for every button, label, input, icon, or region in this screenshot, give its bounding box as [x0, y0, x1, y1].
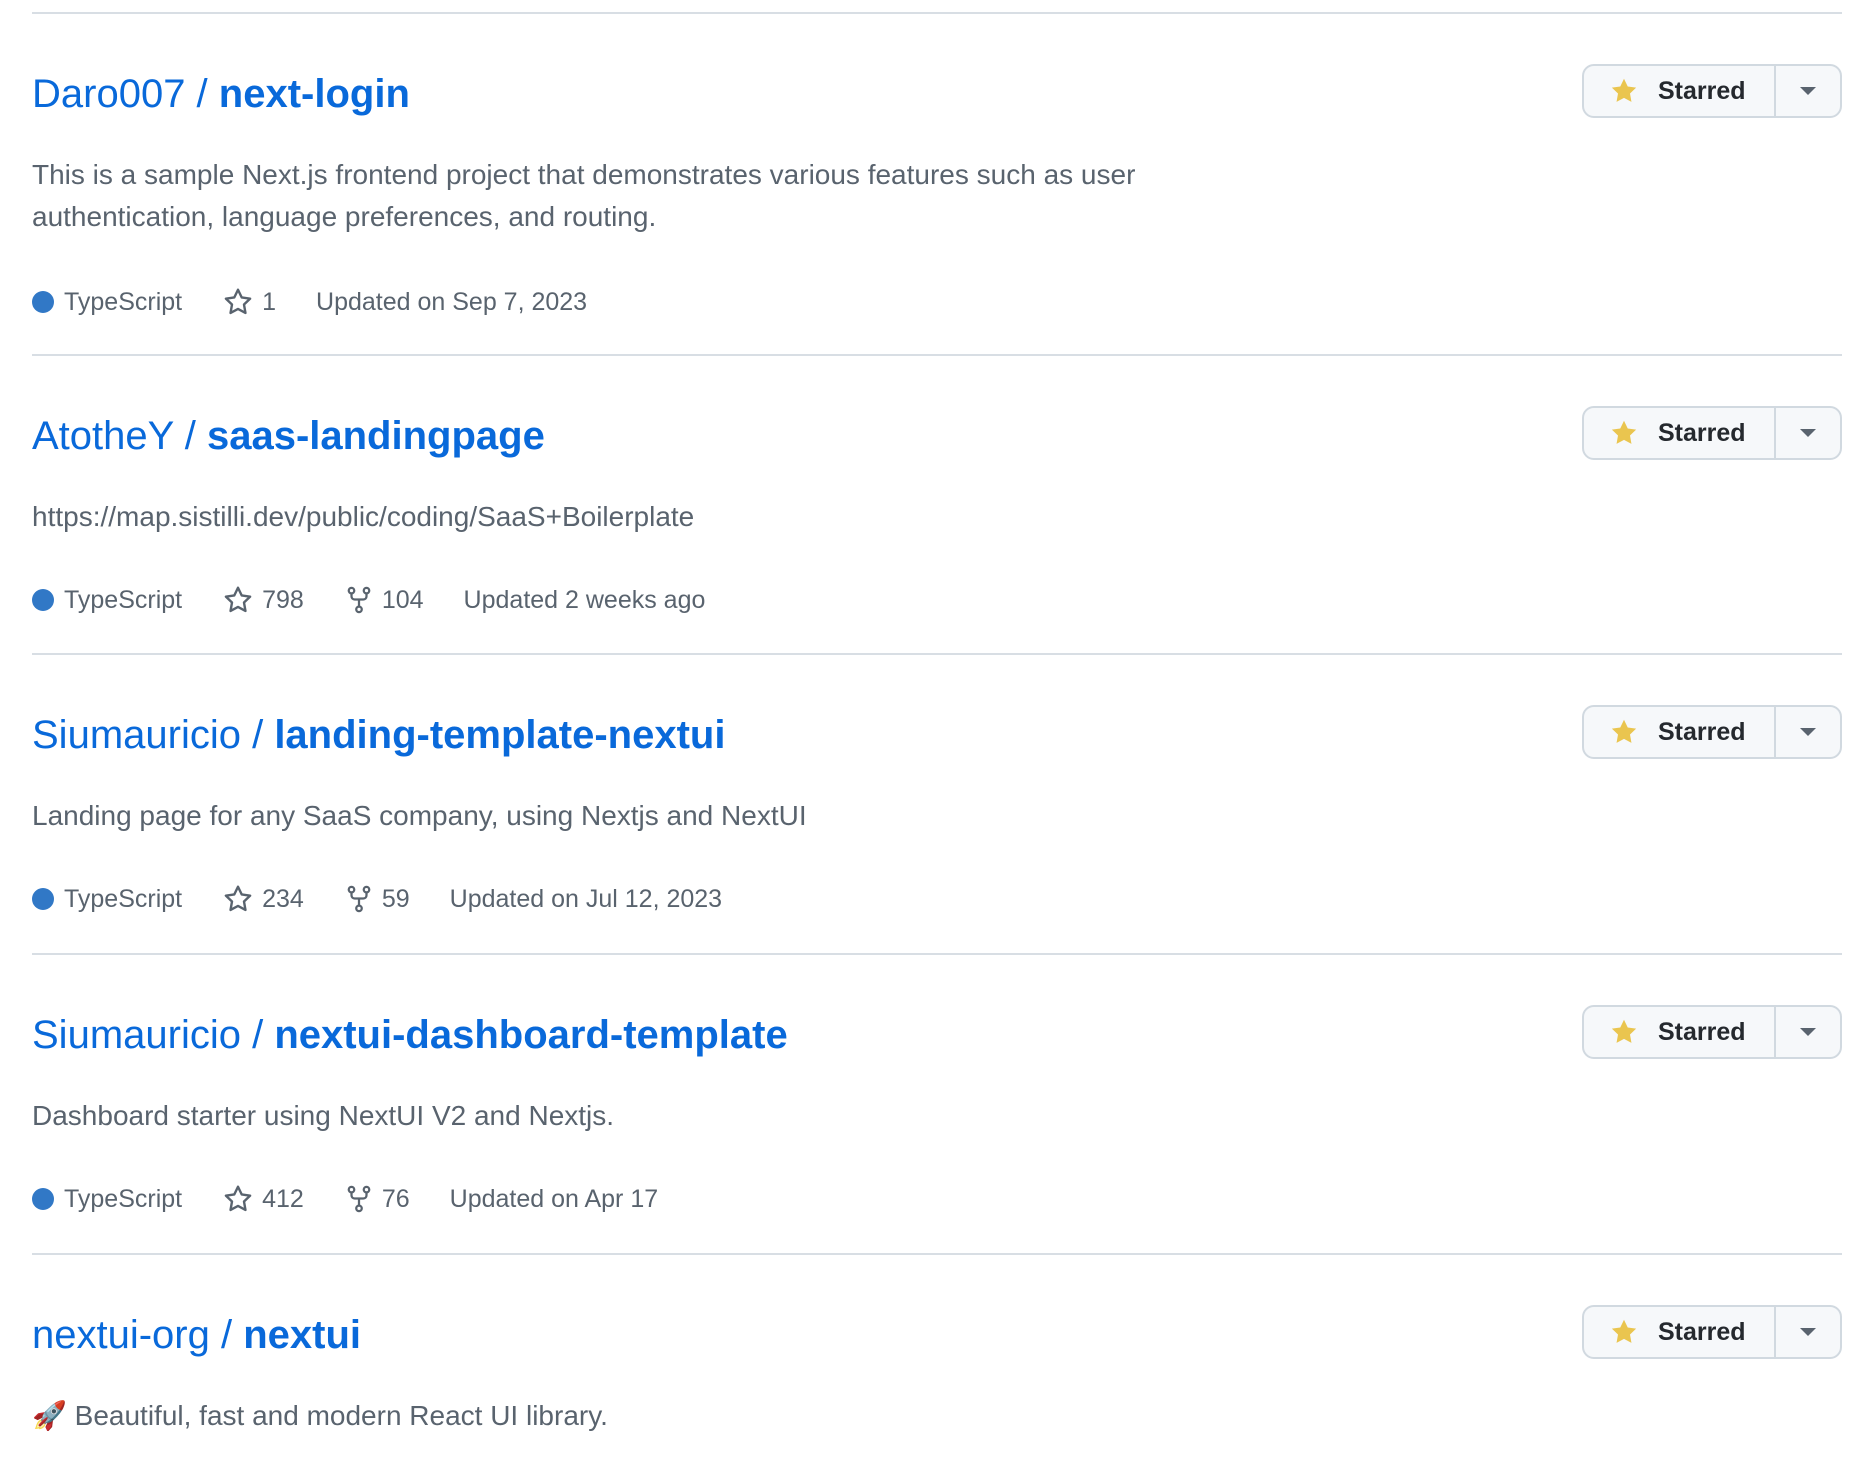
repo-item: Siumauricio / landing-template-nextui La…: [32, 653, 1842, 953]
repo-language: TypeScript: [32, 286, 182, 318]
repo-title-link[interactable]: AtotheY / saas-landingpage: [32, 412, 545, 460]
star-outline-icon: [224, 288, 252, 315]
language-dot-icon: [32, 291, 54, 313]
repo-language: TypeScript: [32, 1183, 182, 1215]
caret-down-icon: [1800, 1028, 1816, 1036]
fork-icon: [347, 586, 371, 614]
starred-label: Starred: [1658, 1317, 1746, 1346]
star-count: 798: [262, 586, 304, 614]
repo-description: https://map.sistilli.dev/public/coding/S…: [32, 501, 695, 532]
repo-meta: TypeScript 798 104 Updated 2 weeks ago: [32, 584, 705, 616]
fork-count: 104: [381, 586, 424, 614]
starred-label: Starred: [1658, 717, 1746, 746]
repo-item: AtotheY / saas-landingpage https://map.s…: [32, 354, 1842, 653]
star-list-dropdown[interactable]: [1776, 1307, 1840, 1357]
star-count: 234: [262, 885, 304, 913]
language-dot-icon: [32, 589, 54, 611]
stargazers-link[interactable]: 234: [222, 883, 304, 915]
stargazers-link[interactable]: 412: [222, 1183, 304, 1215]
star-list-dropdown[interactable]: [1776, 66, 1840, 116]
star-count: 1: [262, 288, 277, 316]
starred-button[interactable]: Starred: [1584, 1307, 1776, 1357]
repo-title-link[interactable]: Siumauricio / landing-template-nextui: [32, 711, 725, 759]
star-list-dropdown[interactable]: [1776, 707, 1840, 757]
starred-repo-list: Daro007 / next-login This is a sample Ne…: [32, 12, 1842, 1473]
star-outline-icon: [224, 586, 252, 613]
repo-owner: nextui-org /: [32, 1313, 244, 1357]
language-dot-icon: [32, 888, 54, 910]
star-filled-icon: [1611, 78, 1637, 102]
repo-title-link[interactable]: nextui-org / nextui: [32, 1311, 361, 1359]
language-label: TypeScript: [64, 288, 183, 316]
stargazers-link[interactable]: 1: [222, 286, 276, 318]
fork-count: 59: [381, 885, 410, 913]
caret-down-icon: [1800, 429, 1816, 437]
caret-down-icon: [1800, 87, 1816, 95]
caret-down-icon: [1800, 1328, 1816, 1336]
language-label: TypeScript: [64, 586, 183, 614]
repo-owner: Daro007 /: [32, 72, 219, 116]
fork-icon: [347, 1185, 371, 1213]
star-filled-icon: [1611, 1019, 1637, 1043]
repo-name: saas-landingpage: [206, 414, 545, 458]
repo-description: Dashboard starter using NextUI V2 and Ne…: [32, 1100, 615, 1131]
repo-owner: Siumauricio /: [32, 1013, 275, 1057]
star-button-group: Starred: [1582, 705, 1842, 759]
repo-language: TypeScript: [32, 883, 182, 915]
star-count: 412: [262, 1185, 304, 1213]
starred-button[interactable]: Starred: [1584, 707, 1776, 757]
star-outline-icon: [224, 1185, 252, 1212]
starred-button[interactable]: Starred: [1584, 66, 1776, 116]
repo-description: 🚀 Beautiful, fast and modern React UI li…: [32, 1400, 608, 1431]
repo-meta: TypeScript 412 76 Updated on Apr 17: [32, 1183, 658, 1215]
language-dot-icon: [32, 1188, 54, 1210]
updated-text: Updated on Apr 17: [449, 1185, 659, 1213]
repo-meta: TypeScript 1 Updated on Sep 7, 2023: [32, 286, 587, 318]
repo-language: TypeScript: [32, 584, 182, 616]
caret-down-icon: [1800, 728, 1816, 736]
star-button-group: Starred: [1582, 406, 1842, 460]
star-button-group: Starred: [1582, 1305, 1842, 1359]
repo-item: nextui-org / nextui 🚀 Beautiful, fast an…: [32, 1253, 1842, 1473]
repo-title-link[interactable]: Siumauricio / nextui-dashboard-template: [32, 1011, 788, 1059]
forks-link[interactable]: 59: [344, 883, 410, 915]
repo-owner: AtotheY /: [32, 414, 207, 458]
starred-label: Starred: [1658, 1017, 1746, 1046]
star-filled-icon: [1611, 1319, 1637, 1343]
star-list-dropdown[interactable]: [1776, 408, 1840, 458]
repo-name: landing-template-nextui: [274, 713, 726, 757]
repo-meta: TypeScript 234 59 Updated on Jul 12, 202…: [32, 883, 722, 915]
repo-item: Daro007 / next-login This is a sample Ne…: [32, 12, 1842, 354]
star-list-dropdown[interactable]: [1776, 1007, 1840, 1057]
language-label: TypeScript: [64, 1185, 183, 1213]
star-button-group: Starred: [1582, 1005, 1842, 1059]
repo-name: nextui-dashboard-template: [274, 1013, 788, 1057]
fork-icon: [347, 885, 371, 913]
repo-name: next-login: [218, 72, 410, 116]
starred-button[interactable]: Starred: [1584, 408, 1776, 458]
star-outline-icon: [224, 885, 252, 912]
repo-name: nextui: [243, 1313, 362, 1357]
repo-description: This is a sample Next.js frontend projec…: [32, 159, 1136, 232]
forks-link[interactable]: 76: [344, 1183, 410, 1215]
forks-link[interactable]: 104: [344, 584, 424, 616]
updated-text: Updated on Jul 12, 2023: [449, 885, 723, 913]
star-button-group: Starred: [1582, 64, 1842, 118]
starred-label: Starred: [1658, 76, 1746, 105]
repo-title-link[interactable]: Daro007 / next-login: [32, 70, 410, 118]
starred-label: Starred: [1658, 418, 1746, 447]
fork-count: 76: [381, 1185, 410, 1213]
stargazers-link[interactable]: 798: [222, 584, 304, 616]
repo-owner: Siumauricio /: [32, 713, 275, 757]
language-label: TypeScript: [64, 885, 183, 913]
repo-item: Siumauricio / nextui-dashboard-template …: [32, 953, 1842, 1253]
starred-button[interactable]: Starred: [1584, 1007, 1776, 1057]
star-filled-icon: [1611, 719, 1637, 743]
repo-description: Landing page for any SaaS company, using…: [32, 800, 807, 831]
updated-text: Updated 2 weeks ago: [463, 586, 706, 614]
star-filled-icon: [1611, 420, 1637, 444]
updated-text: Updated on Sep 7, 2023: [316, 288, 588, 316]
